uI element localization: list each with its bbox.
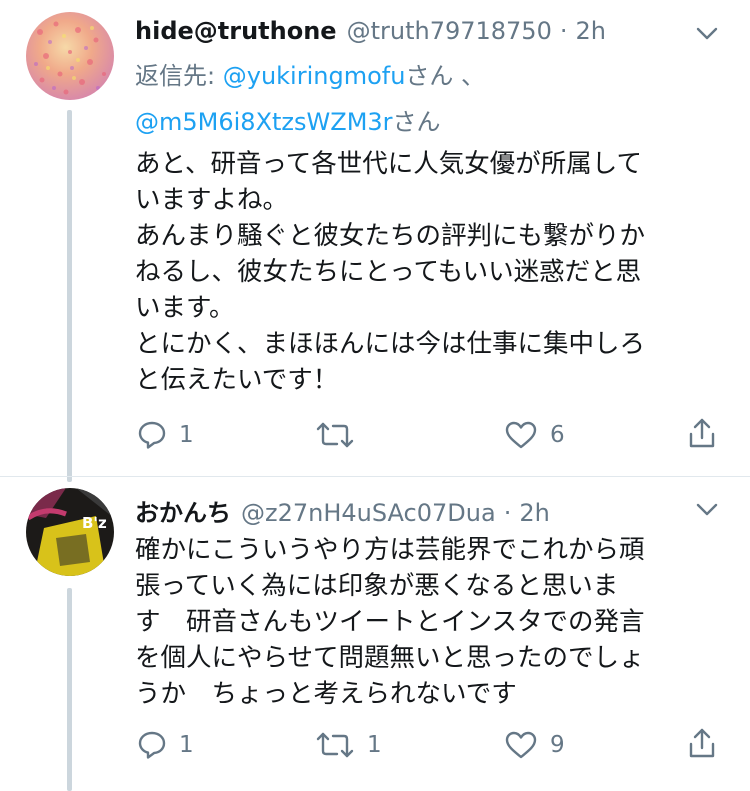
avatar[interactable] — [26, 12, 114, 100]
mention-link[interactable]: @m5M6i8XtzsWZM3r — [135, 108, 393, 136]
retweet-count: 1 — [367, 732, 382, 758]
chevron-down-icon[interactable] — [696, 503, 718, 517]
reply-icon — [138, 421, 166, 449]
like-button[interactable]: 6 — [504, 420, 565, 450]
tweet-text: 確かにこういうやり方は芸能界でこれから頑 張っていく為には印象が悪くなると思いま… — [135, 535, 645, 709]
like-icon — [505, 421, 537, 449]
honorific-text: さん — [392, 108, 441, 136]
avatar-image — [26, 12, 114, 100]
retweet-icon — [316, 732, 354, 758]
reply-count: 1 — [179, 422, 194, 448]
tweet-text: あと、研音って各世代に人気女優が所属して いますよね。 あんまり騒ぐと彼女たちの… — [135, 149, 646, 395]
tweet-header: おかんち @z27nH4uSAc07Dua · 2h — [135, 493, 550, 528]
user-handle[interactable]: @z27nH4uSAc07Dua — [241, 499, 496, 527]
tweet-header: hide@truthone @truth79718750 · 2h — [135, 17, 606, 45]
reply-to-label: 返信先: — [135, 62, 216, 90]
separator-dot: · — [503, 499, 512, 527]
share-icon — [689, 728, 715, 758]
honorific-text: さん 、 — [405, 62, 486, 90]
share-button[interactable] — [688, 418, 716, 450]
retweet-button[interactable]: 1 — [315, 730, 382, 760]
user-handle[interactable]: @truth79718750 — [347, 17, 552, 45]
divider — [0, 476, 750, 477]
like-count: 6 — [550, 422, 565, 448]
separator-dot: · — [559, 17, 568, 45]
reply-count: 1 — [179, 732, 194, 758]
thread-connector-line — [67, 588, 72, 791]
thread-connector-line — [67, 110, 72, 482]
retweet-button[interactable] — [315, 420, 367, 450]
avatar-image: B'z — [26, 488, 114, 576]
reply-button[interactable]: 1 — [137, 420, 194, 450]
reply-to-line: @m5M6i8XtzsWZM3rさん — [135, 103, 441, 141]
retweet-icon — [316, 422, 354, 448]
share-icon — [689, 418, 715, 448]
avatar[interactable]: B'z — [26, 488, 114, 576]
like-button[interactable]: 9 — [504, 730, 565, 760]
share-button[interactable] — [688, 728, 716, 760]
reply-icon — [138, 731, 166, 759]
reply-to-line: 返信先: @yukiringmofuさん 、 — [135, 57, 485, 95]
like-count: 9 — [550, 732, 565, 758]
timestamp[interactable]: 2h — [575, 17, 605, 45]
like-icon — [505, 731, 537, 759]
mention-link[interactable]: @yukiringmofu — [223, 62, 406, 90]
avatar-logo-text: B'z — [82, 514, 107, 532]
display-name[interactable]: おかんち — [135, 493, 231, 528]
reply-button[interactable]: 1 — [137, 730, 194, 760]
chevron-down-icon[interactable] — [696, 27, 718, 41]
timestamp[interactable]: 2h — [519, 499, 549, 527]
display-name[interactable]: hide@truthone — [135, 17, 337, 45]
